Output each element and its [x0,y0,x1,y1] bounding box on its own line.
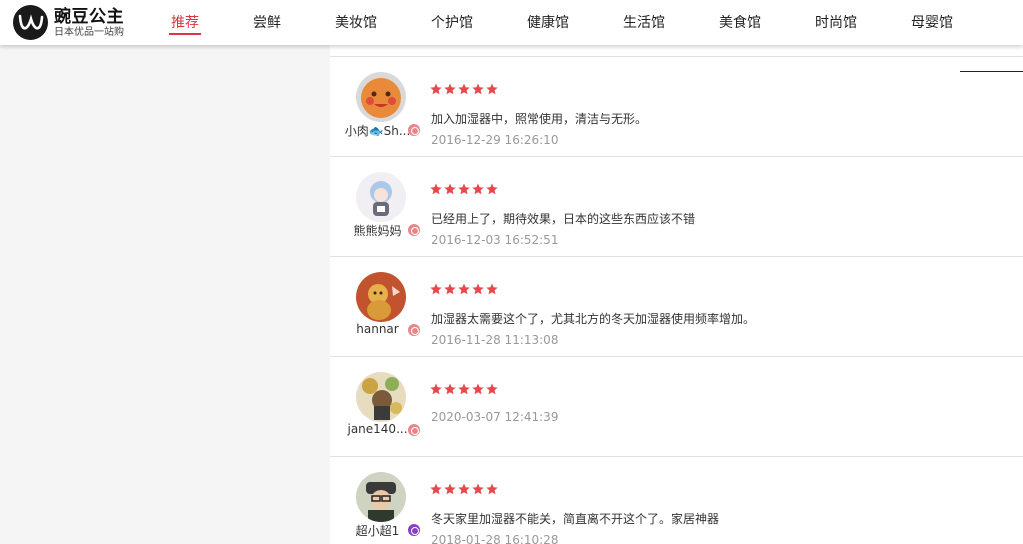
star-icon [486,83,498,95]
review-date: 2016-11-28 11:13:08 [431,333,559,347]
star-icon [486,183,498,195]
review-date: 2020-03-07 12:41:39 [431,410,559,424]
nav-tab-recommend[interactable]: 推荐 [171,12,199,32]
avatar[interactable] [356,72,406,122]
star-icon [444,83,456,95]
star-icon [472,383,484,395]
avatar[interactable] [356,372,406,422]
brand-logo[interactable]: 豌豆公主 日本优品一站购 [13,5,124,40]
review-date: 2016-12-03 16:52:51 [431,233,559,247]
review-date: 2018-01-28 16:10:28 [431,533,559,544]
level-badge-icon [408,124,420,136]
star-icon [486,283,498,295]
review-comment: 加入加湿器中，照常使用，清洁与无形。 [431,112,648,126]
top-header: 豌豆公主 日本优品一站购 推荐 尝鲜 美妆馆 个护馆 健康馆 生活馆 美食馆 时… [0,0,1023,45]
rating-stars [430,383,498,395]
nav-tab-personal-care[interactable]: 个护馆 [431,12,473,32]
star-icon [430,383,442,395]
star-icon [486,383,498,395]
star-icon [430,83,442,95]
star-icon [458,183,470,195]
review-item: jane140... 2020-03-07 12:41:39 [330,357,1023,457]
avatar[interactable] [356,172,406,222]
review-item: 熊熊妈妈 已经用上了，期待效果，日本的这些东西应该不错 2016-12-03 1… [330,157,1023,257]
nav-tab-health[interactable]: 健康馆 [527,12,569,32]
logo-w-icon [13,5,48,40]
username[interactable]: hannar [340,322,415,336]
star-icon [472,483,484,495]
star-icon [444,283,456,295]
star-icon [444,183,456,195]
nav-tab-new-trial[interactable]: 尝鲜 [253,12,281,32]
nav-tab-mother-baby[interactable]: 母婴馆 [911,12,953,32]
avatar[interactable] [356,472,406,522]
star-icon [430,183,442,195]
left-blank-pane [0,45,330,544]
star-icon [430,483,442,495]
review-item: hannar 加湿器太需要这个了，尤其北方的冬天加湿器使用频率增加。 2016-… [330,257,1023,357]
star-icon [472,283,484,295]
review-item: 小肉🐟Sh... 加入加湿器中，照常使用，清洁与无形。 2016-12-29 1… [330,57,1023,157]
nav-tab-beauty[interactable]: 美妆馆 [335,12,377,32]
rating-stars [430,83,498,95]
star-icon [444,383,456,395]
level-badge-icon [408,524,420,536]
review-comment: 冬天家里加湿器不能关，简直离不开这个了。家居神器 [431,512,720,526]
rating-stars [430,183,498,195]
star-icon [458,283,470,295]
active-tab-indicator [169,33,201,35]
rating-stars [430,283,498,295]
username[interactable]: 熊熊妈妈 [340,222,415,239]
level-badge-icon [408,424,420,436]
review-comment: 加湿器太需要这个了，尤其北方的冬天加湿器使用频率增加。 [431,312,756,326]
star-icon [472,183,484,195]
star-icon [430,283,442,295]
star-icon [458,83,470,95]
level-badge-icon [408,224,420,236]
nav-tab-food[interactable]: 美食馆 [719,12,761,32]
review-date: 2016-12-29 16:26:10 [431,133,559,147]
username[interactable]: 超小超1 [340,522,415,539]
review-comment: 已经用上了，期待效果，日本的这些东西应该不错 [431,212,696,226]
level-badge-icon [408,324,420,336]
star-icon [458,383,470,395]
username[interactable]: 小肉🐟Sh... [340,122,415,139]
review-list: 小肉🐟Sh... 加入加湿器中，照常使用，清洁与无形。 2016-12-29 1… [330,45,1023,544]
username[interactable]: jane140... [340,422,415,436]
nav-tab-living[interactable]: 生活馆 [623,12,665,32]
star-icon [486,483,498,495]
nav-tab-fashion[interactable]: 时尚馆 [815,12,857,32]
brand-slogan: 日本优品一站购 [54,26,124,38]
brand-name: 豌豆公主 [54,6,124,27]
rating-stars [430,483,498,495]
star-icon [444,483,456,495]
star-icon [458,483,470,495]
avatar[interactable] [356,272,406,322]
review-item: 超小超1 冬天家里加湿器不能关，简直离不开这个了。家居神器 2018-01-28… [330,457,1023,544]
star-icon [472,83,484,95]
